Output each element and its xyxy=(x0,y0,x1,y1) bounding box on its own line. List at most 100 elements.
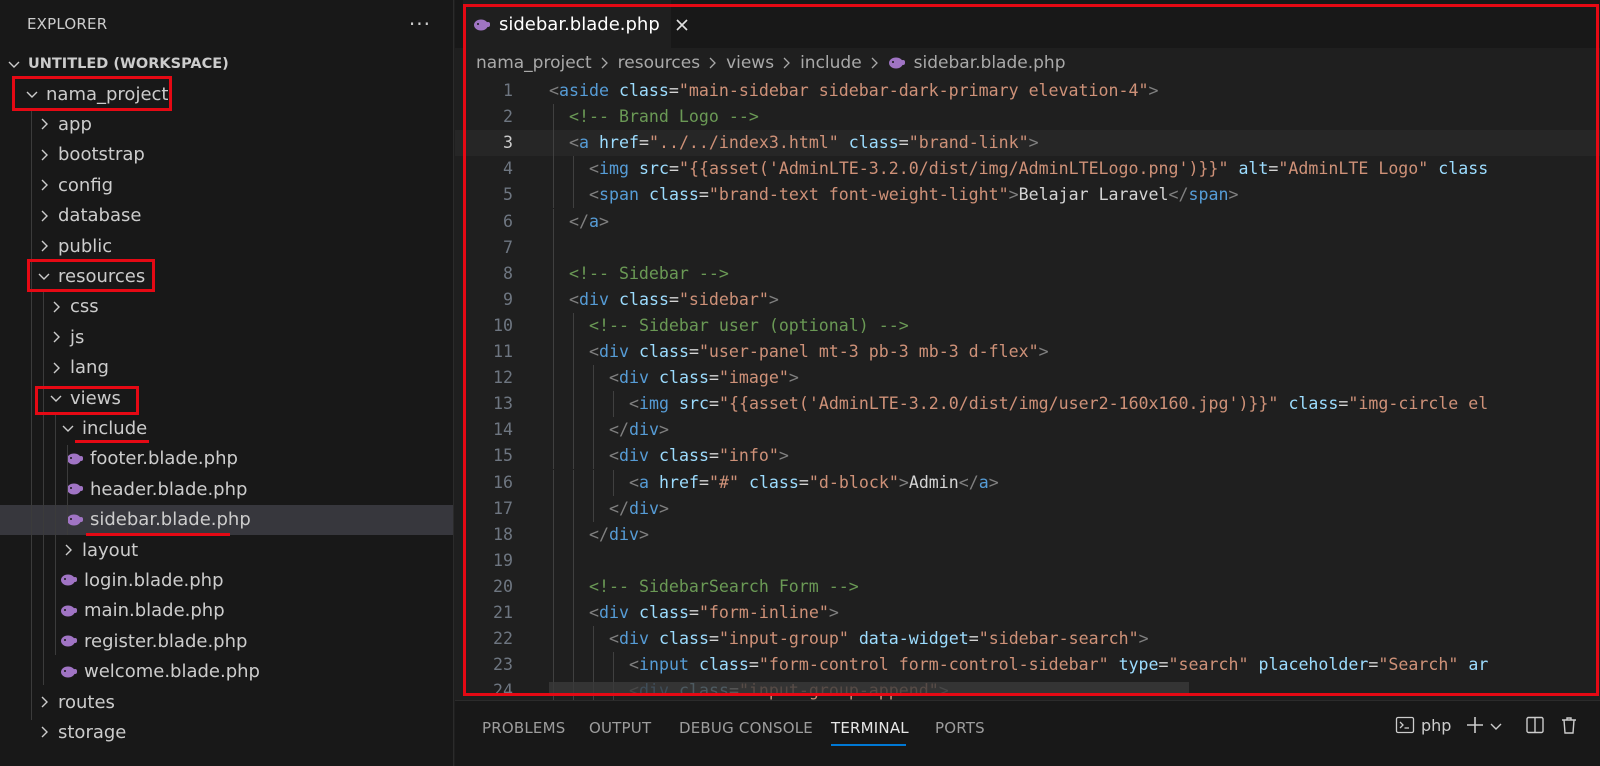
code-line[interactable]: 4 <img src="{{asset('AdminLTE-3.2.0/dist/… xyxy=(455,156,1600,183)
tree-file[interactable]: register.blade.php xyxy=(0,626,453,656)
tree-file[interactable]: header.blade.php xyxy=(0,474,453,504)
tree-folder[interactable]: bootstrap xyxy=(0,140,453,170)
tree-folder[interactable]: js xyxy=(0,322,453,352)
code-token: class xyxy=(1438,159,1489,179)
code-line[interactable]: 21 <div class="form-inline"> xyxy=(455,600,1600,626)
code-line[interactable]: 2 <!-- Brand Logo --> xyxy=(455,104,1600,131)
tree-folder[interactable]: public xyxy=(0,231,453,261)
breadcrumb-item[interactable]: views xyxy=(726,53,774,73)
tab-problems[interactable]: PROBLEMS xyxy=(482,719,565,737)
indent-guide xyxy=(553,339,554,365)
tree-folder[interactable]: config xyxy=(0,170,453,200)
code-token: > xyxy=(768,289,779,309)
code-line[interactable]: 8 <!-- Sidebar --> xyxy=(455,260,1600,287)
code-line[interactable]: 5 <span class="brand-text font-weight-lig… xyxy=(455,182,1600,209)
code-token: > xyxy=(1038,342,1049,361)
code-token: = xyxy=(698,185,709,205)
tree-folder[interactable]: storage xyxy=(0,717,453,747)
tree-folder[interactable]: include xyxy=(0,413,453,443)
code-token: > xyxy=(778,446,789,466)
tree-folder[interactable]: app xyxy=(0,109,453,139)
indent-guide xyxy=(573,573,574,600)
tree-folder[interactable]: layout xyxy=(0,535,453,565)
breadcrumb-item[interactable]: resources xyxy=(618,53,700,73)
ellipsis-icon[interactable]: ··· xyxy=(409,14,431,34)
code-line[interactable]: 6 </a> xyxy=(455,208,1600,235)
code-line[interactable]: 13 <img src="{{asset('AdminLTE-3.2.0/dist… xyxy=(455,391,1600,418)
tree-file[interactable]: footer.blade.php xyxy=(0,444,453,474)
code-line[interactable]: 18 </div> xyxy=(455,521,1600,548)
tab-ports[interactable]: PORTS xyxy=(935,719,985,737)
code-line[interactable]: 22 <div class="input-group" data-widget="… xyxy=(455,626,1600,653)
code-line[interactable]: 7 xyxy=(455,234,1600,261)
code-line[interactable]: 16 <a href="#" class="d-block">Admin</a> xyxy=(455,469,1600,496)
indent-guide xyxy=(553,260,554,287)
trash-icon[interactable] xyxy=(1559,715,1579,735)
code-token: class xyxy=(638,342,689,361)
line-number: 10 xyxy=(493,315,513,335)
code-line[interactable]: 12 <div class="image"> xyxy=(455,365,1600,392)
tree-folder[interactable]: database xyxy=(0,201,453,231)
code-line[interactable]: 17 </div> xyxy=(455,495,1600,522)
code-line[interactable]: 9 <div class="sidebar"> xyxy=(455,286,1600,313)
code-token: href xyxy=(659,472,699,492)
code-token: "form-inline" xyxy=(698,603,829,622)
code-token: = xyxy=(708,368,719,388)
code-token: = xyxy=(688,342,699,361)
breadcrumb-item[interactable]: include xyxy=(800,53,862,73)
code-line[interactable]: 1 <aside class="main-sidebar sidebar-dark… xyxy=(455,78,1600,104)
editor-tab-sidebar-blade[interactable]: sidebar.blade.php xyxy=(463,0,688,48)
line-number: 4 xyxy=(503,159,513,179)
tree-folder[interactable]: css xyxy=(0,292,453,322)
indent-guide xyxy=(573,600,574,626)
tree-folder[interactable]: resources xyxy=(0,261,453,291)
line-number: 5 xyxy=(503,185,513,205)
tree-item-label: lang xyxy=(70,357,109,379)
indent-guide xyxy=(573,182,574,209)
tree-file[interactable]: sidebar.blade.php xyxy=(0,504,453,535)
tree-file[interactable]: login.blade.php xyxy=(0,565,453,595)
split-terminal-icon[interactable] xyxy=(1525,715,1545,735)
code-token: class xyxy=(658,446,709,466)
breadcrumb-item[interactable]: nama_project xyxy=(476,53,592,73)
terminal-name[interactable]: php xyxy=(1421,716,1451,735)
horizontal-scrollbar[interactable] xyxy=(549,682,1189,696)
code-line[interactable]: 19 xyxy=(455,547,1600,574)
code-line[interactable]: 20 <!-- SidebarSearch Form --> xyxy=(455,573,1600,600)
code-token: aside xyxy=(559,81,609,100)
code-token: "brand-text font-weight-light" xyxy=(708,185,1009,205)
code-line[interactable]: 10 <!-- Sidebar user (optional) --> xyxy=(455,312,1600,339)
tab-output[interactable]: OUTPUT xyxy=(589,719,651,737)
tree-folder[interactable]: routes xyxy=(0,687,453,717)
tree-file[interactable]: welcome.blade.php xyxy=(0,657,453,687)
code-line[interactable]: 3 <a href="../../index3.html" class="bran… xyxy=(455,130,1600,157)
tree-folder[interactable]: lang xyxy=(0,353,453,383)
code-line[interactable]: 15 <div class="info"> xyxy=(455,443,1600,470)
tree-folder[interactable]: nama_project xyxy=(0,79,453,109)
indent-guide xyxy=(613,391,614,418)
breadcrumb-item[interactable]: sidebar.blade.php xyxy=(914,53,1066,73)
tab-terminal[interactable]: TERMINAL xyxy=(831,719,909,737)
code-line[interactable]: 11 <div class="user-panel mt-3 pb-3 mb-3 … xyxy=(455,339,1600,365)
tree-item-label: register.blade.php xyxy=(84,630,248,652)
workspace-header[interactable]: UNTITLED (WORKSPACE) xyxy=(0,48,453,79)
terminal-icon[interactable] xyxy=(1395,715,1415,735)
code-line[interactable]: 23 <input class="form-control form-contro… xyxy=(455,652,1600,679)
chevron-right-icon xyxy=(60,542,76,558)
tree-file[interactable]: main.blade.php xyxy=(0,596,453,626)
tree-folder[interactable]: views xyxy=(0,383,453,413)
close-icon[interactable] xyxy=(674,17,690,33)
code-token: = xyxy=(668,81,679,100)
chevron-down-icon[interactable] xyxy=(1489,718,1503,732)
code-area[interactable]: 1 <aside class="main-sidebar sidebar-dark… xyxy=(455,78,1600,700)
indent-guide xyxy=(553,626,554,653)
tab-debug-console[interactable]: DEBUG CONSOLE xyxy=(679,719,813,737)
code-token: < xyxy=(569,289,579,309)
code-line[interactable]: 14 </div> xyxy=(455,417,1600,444)
plus-icon[interactable] xyxy=(1465,715,1485,735)
code-token: class xyxy=(638,603,689,622)
line-number: 17 xyxy=(493,498,513,518)
code-token: class xyxy=(748,472,799,492)
